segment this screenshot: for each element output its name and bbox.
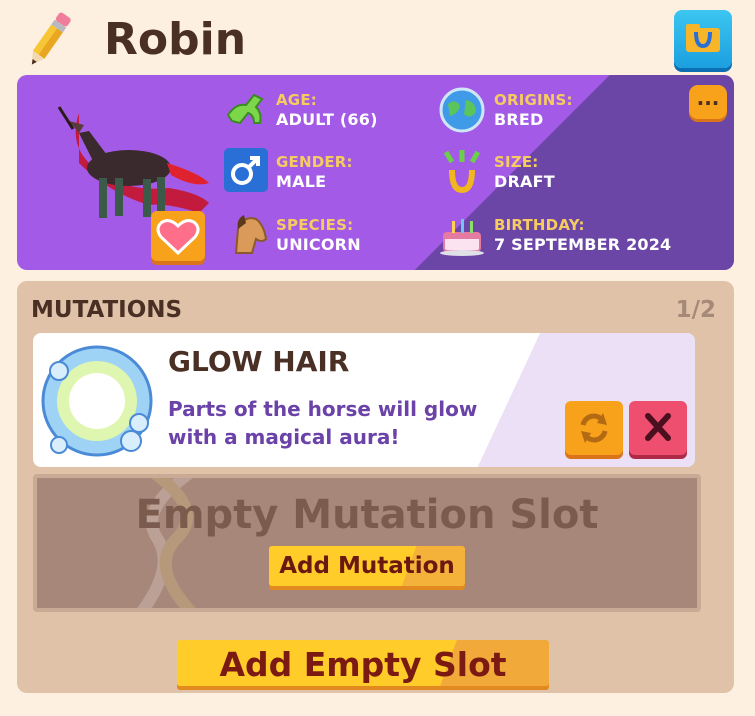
gender-label: GENDER: <box>276 153 353 171</box>
species-label: SPECIES: <box>276 216 354 234</box>
origins-value: BRED <box>494 110 544 129</box>
add-empty-slot-button[interactable]: Add Empty Slot <box>177 640 549 686</box>
edit-name-pencil-icon[interactable] <box>20 8 78 72</box>
origins-label: ORIGINS: <box>494 91 573 109</box>
mutations-count: 1/2 <box>675 297 716 323</box>
mutations-panel: MUTATIONS 1/2 GLOW HAIR Parts of the hor… <box>17 281 734 693</box>
glow-orb-icon <box>39 341 159 461</box>
horseshoe-arrows-icon <box>438 148 486 196</box>
age-value: ADULT (66) <box>276 110 378 129</box>
reroll-icon <box>580 413 608 443</box>
horse-name-title: Robin <box>104 14 247 65</box>
mutation-name: GLOW HAIR <box>168 345 350 378</box>
favorite-heart-button[interactable] <box>151 211 205 261</box>
male-symbol-icon <box>224 148 272 196</box>
horseshoe-folder-icon <box>686 24 720 52</box>
horse-head-icon <box>222 209 270 257</box>
mutation-card: GLOW HAIR Parts of the horse will glow w… <box>33 333 695 467</box>
ellipsis-icon: ... <box>696 86 720 110</box>
size-label: SIZE: <box>494 153 539 171</box>
horse-running-icon <box>222 85 270 133</box>
gender-value: MALE <box>276 172 327 191</box>
remove-mutation-button[interactable] <box>629 401 687 455</box>
add-mutation-button[interactable]: Add Mutation <box>269 546 465 586</box>
birthday-cake-icon <box>438 209 486 257</box>
birthday-value: 7 SEPTEMBER 2024 <box>494 235 672 254</box>
horse-info-card: AGE: ADULT (66) GENDER: MALE SPECIES: UN… <box>17 75 734 270</box>
more-options-button[interactable]: ... <box>689 85 727 119</box>
birthday-label: BIRTHDAY: <box>494 216 585 234</box>
heart-icon <box>156 219 200 256</box>
species-value: UNICORN <box>276 235 361 254</box>
reroll-mutation-button[interactable] <box>565 401 623 455</box>
globe-icon <box>438 86 486 134</box>
mutation-description: Parts of the horse will glow with a magi… <box>168 397 478 449</box>
mutations-title: MUTATIONS <box>31 297 183 323</box>
age-label: AGE: <box>276 91 317 109</box>
empty-mutation-slot: Empty Mutation Slot Add Mutation <box>33 474 701 612</box>
close-icon <box>645 413 671 441</box>
empty-slot-label: Empty Mutation Slot <box>135 492 599 538</box>
tack-folder-button[interactable] <box>674 10 732 68</box>
size-value: DRAFT <box>494 172 555 191</box>
